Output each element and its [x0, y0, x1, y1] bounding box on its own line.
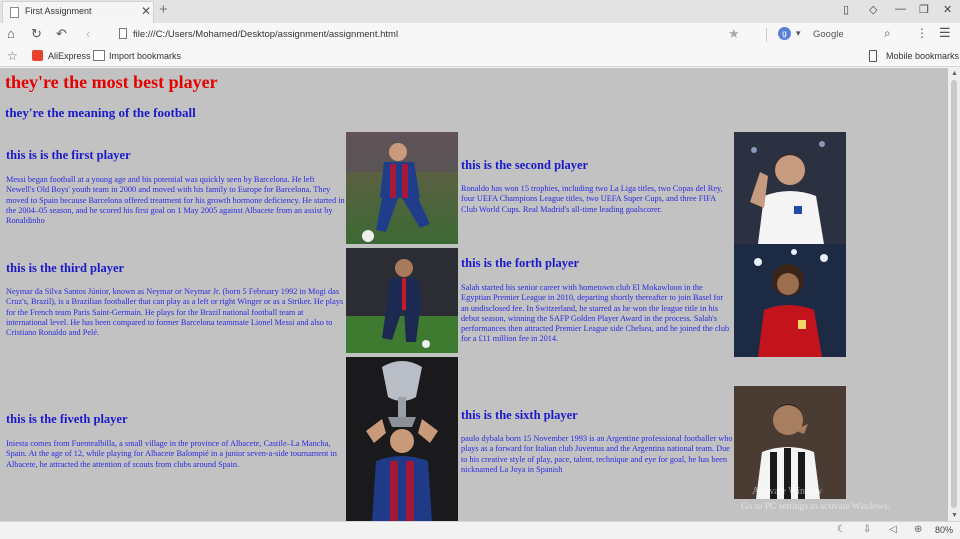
volume-icon[interactable]: ◁ — [889, 524, 897, 535]
bookmark-star-icon[interactable]: ★ — [728, 26, 740, 42]
player-heading: this is the second player — [461, 158, 589, 172]
skin-icon[interactable]: ◇ — [869, 3, 877, 16]
page-subtitle: they're the meaning of the football — [5, 105, 196, 120]
tablet-mode-icon[interactable]: ▯ — [843, 3, 849, 16]
player-photo-ronaldo — [734, 132, 846, 244]
url-field[interactable]: file:///C:/Users/Mohamed/Desktop/assignm… — [133, 29, 398, 40]
player-photo-iniesta — [346, 357, 458, 521]
minimize-icon[interactable]: — — [895, 3, 906, 15]
player-text: Ronaldo has won 15 trophies, including t… — [461, 184, 723, 214]
undo-icon[interactable]: ↶ — [56, 26, 67, 42]
bookmarks-bar: ☆ AliExpress Import bookmarks Mobile boo… — [0, 46, 960, 67]
player-heading: this is the sixth player — [461, 408, 578, 422]
player-text: paulo dybala born 15 November 1993 is an… — [461, 434, 733, 474]
more-icon[interactable]: ⋮ — [916, 26, 928, 40]
chevron-down-icon[interactable]: ▾ — [796, 28, 801, 39]
player-text: Salah started his senior career with hom… — [461, 283, 730, 344]
player-text: Neymar da Silva Santos Júnior, known as … — [6, 287, 344, 338]
scroll-down-icon[interactable]: ▼ — [951, 512, 958, 519]
player-text: Messi began football at a young age and … — [6, 175, 345, 226]
player-photo-neymar — [346, 248, 458, 353]
bookmark-aliexpress[interactable]: AliExpress — [48, 51, 91, 61]
status-bar: ☾ ⇩ ◁ ⊕ 80% — [0, 521, 960, 539]
page-icon — [10, 7, 19, 18]
page-content: they're the most best player they're the… — [0, 68, 948, 521]
tab-strip: First Assignment ✕ + ▯ ◇ — ❐ ✕ — [0, 0, 960, 23]
tab-first-assignment[interactable]: First Assignment ✕ — [2, 1, 154, 23]
zoom-icon[interactable]: ⊕ — [914, 524, 922, 535]
menu-icon[interactable]: ☰ — [939, 25, 951, 41]
vertical-scrollbar[interactable]: ▲ ▼ — [948, 68, 960, 521]
mobile-icon — [869, 50, 877, 62]
tab-title: First Assignment — [25, 6, 92, 16]
search-engine-icon[interactable]: g — [778, 27, 791, 40]
player-text: Iniesta comes from Fuentealbilla, a smal… — [6, 439, 337, 469]
watermark-line-1: Activate Window — [752, 486, 823, 497]
close-window-icon[interactable]: ✕ — [943, 3, 952, 16]
new-tab-icon[interactable]: + — [159, 1, 168, 18]
bookmark-import[interactable]: Import bookmarks — [109, 51, 181, 61]
address-bar: ⌂ ↻ ↶ ‹ file:///C:/Users/Mohamed/Desktop… — [0, 23, 960, 46]
search-input[interactable]: Google — [813, 29, 844, 40]
player-heading: this is is the first player — [6, 148, 131, 162]
mobile-bookmarks[interactable]: Mobile bookmarks — [886, 51, 959, 61]
player-photo-messi — [346, 132, 458, 244]
maximize-icon[interactable]: ❐ — [919, 3, 929, 16]
zoom-level[interactable]: 80% — [935, 525, 953, 535]
back-icon[interactable]: ‹ — [86, 26, 90, 41]
download-icon[interactable]: ⇩ — [863, 524, 871, 535]
aliexpress-icon — [32, 50, 43, 61]
divider — [766, 28, 767, 42]
scroll-thumb[interactable] — [951, 80, 957, 508]
search-icon[interactable]: ⌕ — [884, 26, 891, 41]
watermark-line-2: Go to PC settings to activate Windows. — [741, 502, 891, 512]
player-photo-salah — [734, 244, 846, 357]
player-photo-dybala — [734, 386, 846, 499]
scroll-up-icon[interactable]: ▲ — [951, 70, 958, 77]
player-heading: this is the forth player — [461, 256, 580, 270]
page-title: they're the most best player — [5, 72, 218, 92]
file-icon — [119, 28, 127, 39]
folder-icon — [93, 50, 105, 61]
reload-icon[interactable]: ↻ — [31, 26, 42, 42]
night-mode-icon[interactable]: ☾ — [837, 524, 846, 535]
close-tab-icon[interactable]: ✕ — [141, 4, 151, 18]
bookmarks-star-icon[interactable]: ☆ — [7, 49, 18, 63]
player-heading: this is the third player — [6, 261, 125, 275]
home-icon[interactable]: ⌂ — [7, 26, 15, 41]
player-heading: this is the fiveth player — [6, 412, 128, 426]
